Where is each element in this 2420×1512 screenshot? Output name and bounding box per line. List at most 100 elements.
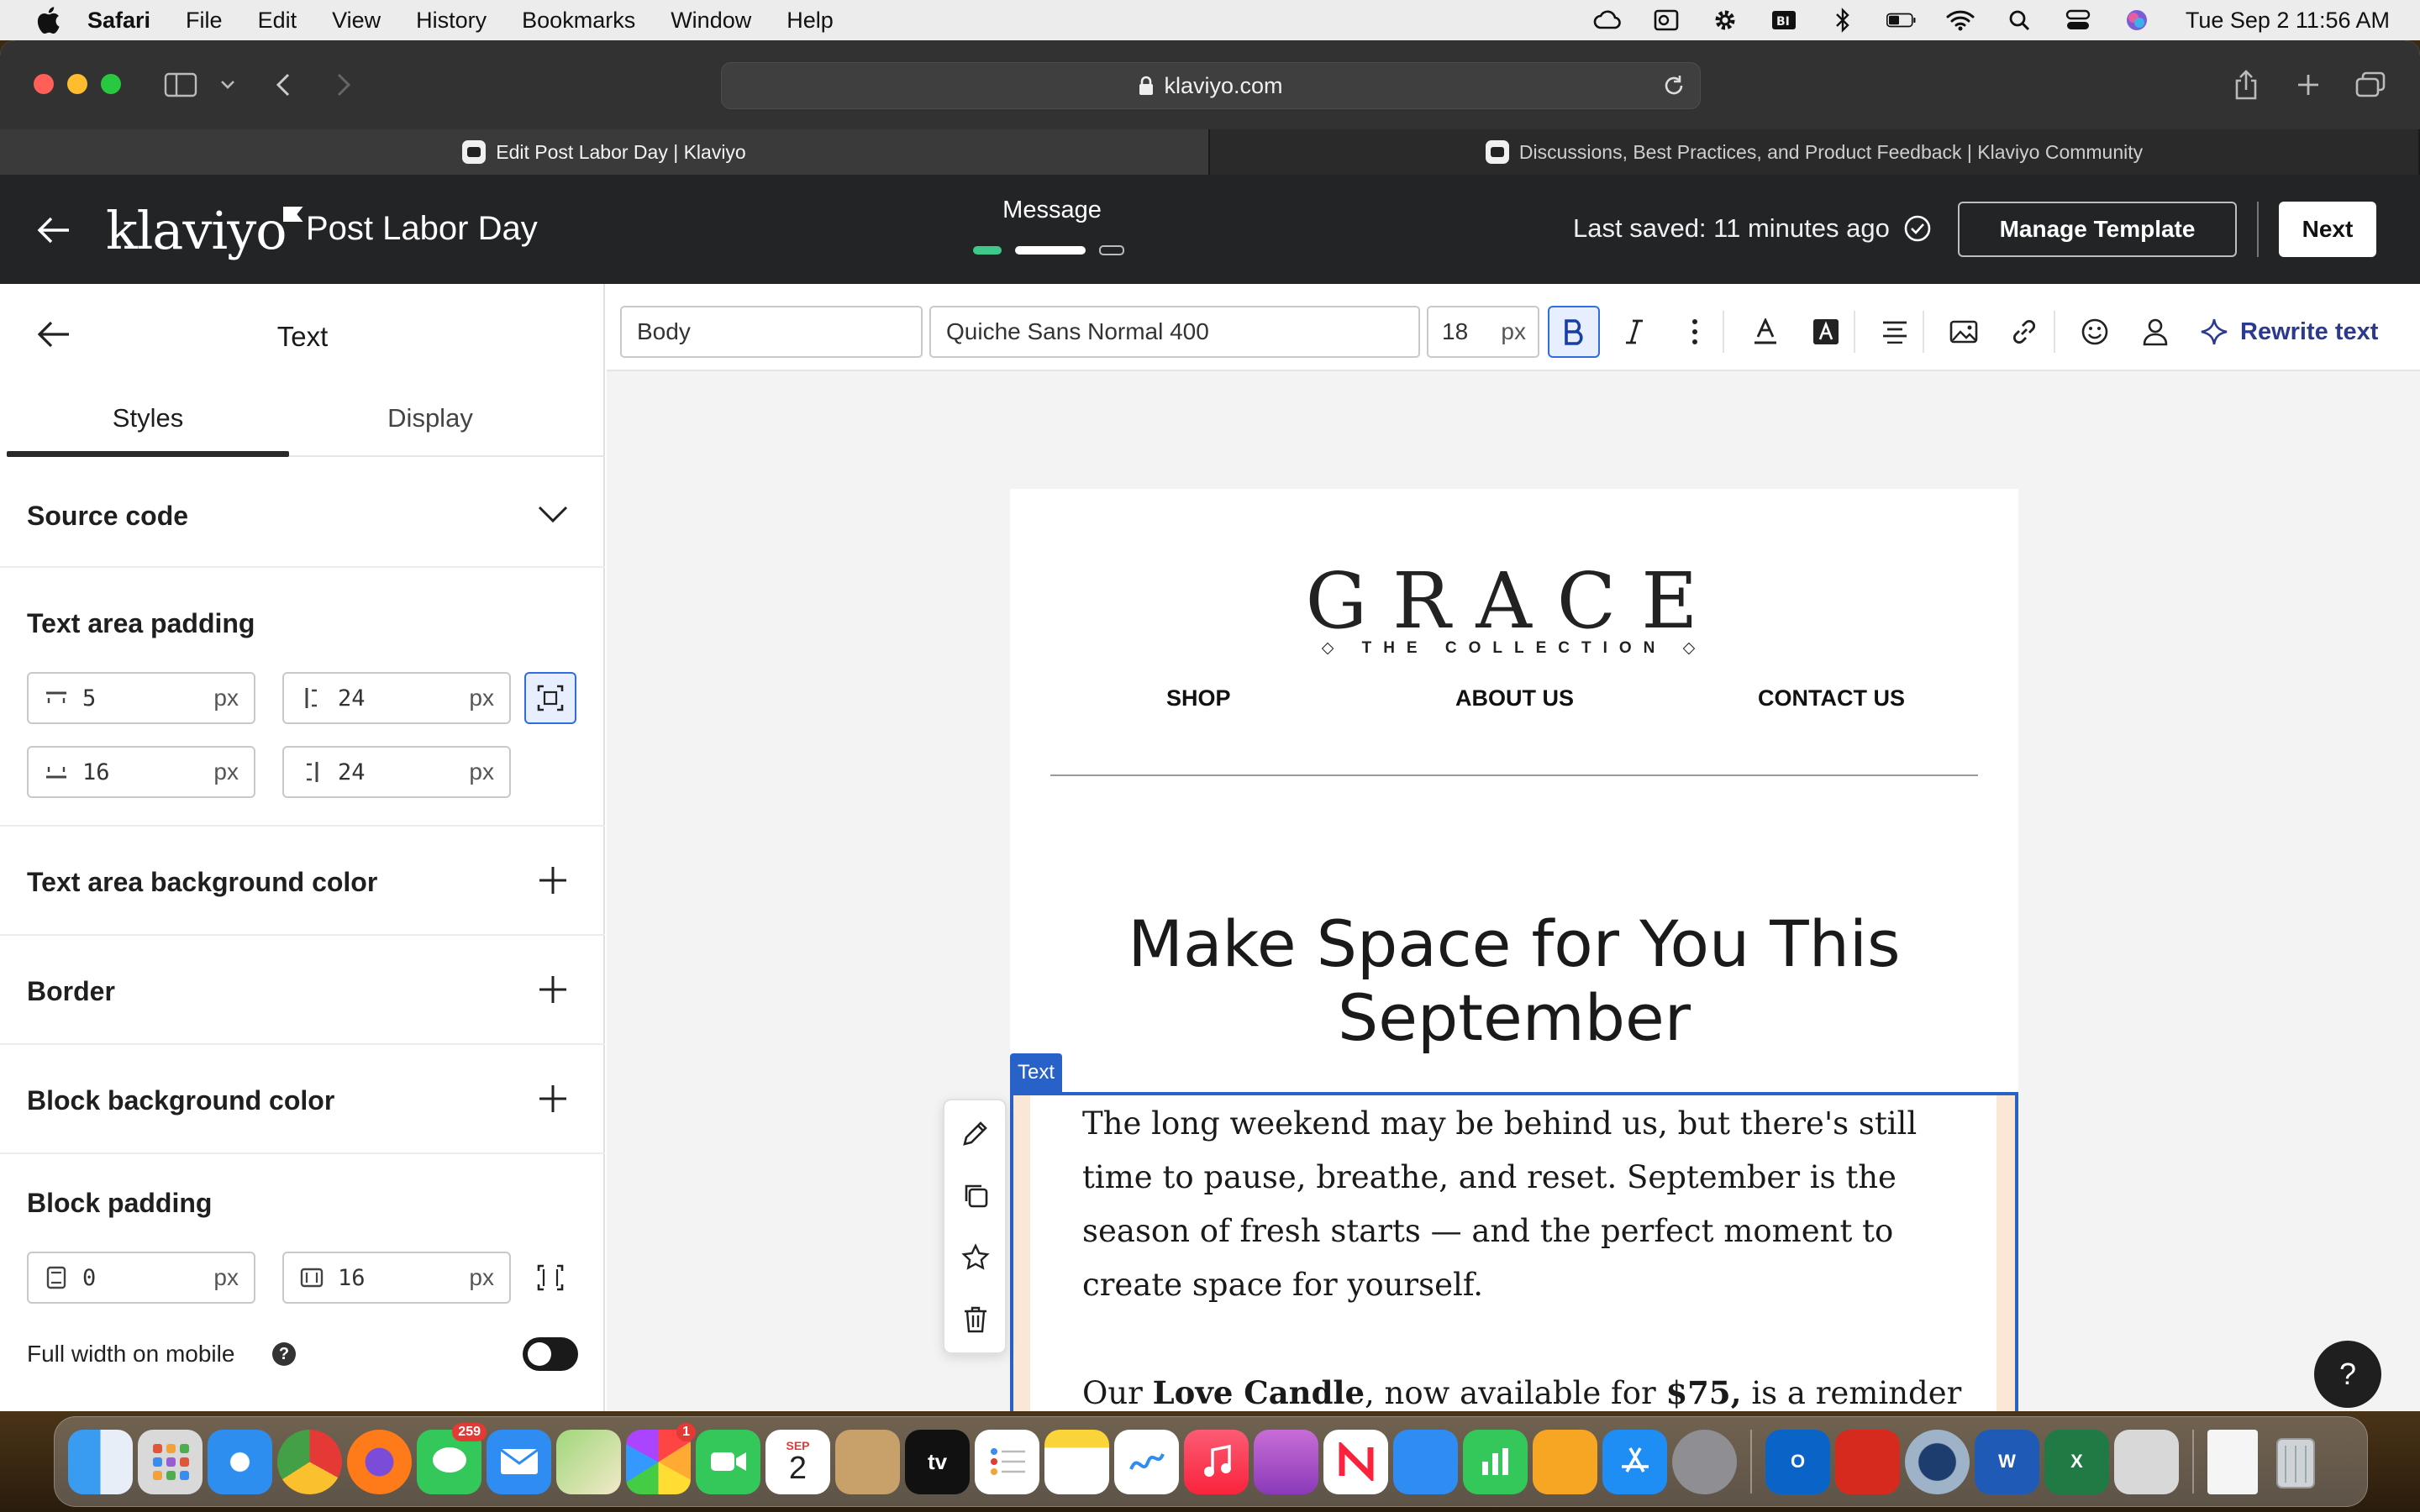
pages-icon[interactable] <box>1533 1429 1597 1494</box>
music-icon[interactable] <box>1184 1429 1249 1494</box>
email-nav-shop[interactable]: SHOP <box>1166 685 1231 711</box>
edit-pencil-icon[interactable] <box>955 1112 997 1154</box>
menu-view[interactable]: View <box>332 8 381 34</box>
link-padding-toggle[interactable] <box>524 672 576 724</box>
gear-status-icon[interactable] <box>1710 8 1740 33</box>
app-store-icon[interactable] <box>1602 1429 1667 1494</box>
insert-image-icon[interactable] <box>1943 311 1985 353</box>
rewrite-text-button[interactable]: Rewrite text <box>2200 311 2378 353</box>
freeform-icon[interactable] <box>1114 1429 1179 1494</box>
align-center-icon[interactable] <box>1874 311 1916 353</box>
font-family-select[interactable]: Quiche Sans Normal 400 <box>929 306 1420 358</box>
padding-left-input[interactable]: 24 px <box>282 672 511 724</box>
sidebar-toggle-icon[interactable] <box>161 66 200 104</box>
source-code-section[interactable]: Source code <box>0 460 605 568</box>
menu-bookmarks[interactable]: Bookmarks <box>522 8 635 34</box>
apple-icon[interactable] <box>32 4 64 36</box>
manage-template-button[interactable]: Manage Template <box>1958 202 2237 257</box>
plus-icon[interactable] <box>534 971 571 1008</box>
notes-icon[interactable] <box>1044 1429 1109 1494</box>
calendar-icon[interactable]: SEP 2 <box>765 1429 830 1494</box>
tab-klaviyo-community[interactable]: Discussions, Best Practices, and Product… <box>1210 129 2420 175</box>
bluetooth-icon[interactable] <box>1828 8 1858 33</box>
podcasts-icon[interactable] <box>1254 1429 1318 1494</box>
selected-text-block[interactable]: The long weekend may be behind us, but t… <box>1010 1092 2018 1411</box>
text-block-content[interactable]: The long weekend may be behind us, but t… <box>1030 1095 1996 1411</box>
siri-icon[interactable] <box>2122 8 2152 33</box>
brand-logo[interactable]: GRACE <box>1010 556 2018 646</box>
menu-file[interactable]: File <box>186 8 223 34</box>
star-icon[interactable] <box>955 1236 997 1278</box>
block-padding-vertical-input[interactable]: 0 px <box>27 1252 255 1304</box>
back-nav-icon[interactable] <box>264 66 302 104</box>
border-section[interactable]: Border <box>0 936 605 1045</box>
email-nav-contact[interactable]: CONTACT US <box>1758 685 1905 711</box>
battery-icon[interactable] <box>1886 8 1917 33</box>
email-nav-about[interactable]: ABOUT US <box>1455 685 1574 711</box>
close-window-button[interactable] <box>34 74 54 94</box>
launchpad-icon[interactable] <box>138 1429 203 1494</box>
text-color-icon[interactable] <box>1744 311 1786 353</box>
excel-icon[interactable]: X <box>2044 1429 2109 1494</box>
block-bg-section[interactable]: Block background color <box>0 1045 605 1154</box>
bi-status-icon[interactable]: BI <box>1769 8 1799 33</box>
facetime-icon[interactable] <box>696 1429 760 1494</box>
campaign-title[interactable]: Post Labor Day <box>306 210 538 248</box>
address-bar[interactable]: klaviyo.com <box>721 62 1701 109</box>
photos-icon[interactable]: 1 <box>626 1422 696 1494</box>
chevron-down-icon[interactable] <box>534 496 571 533</box>
contacts-icon[interactable] <box>835 1429 900 1494</box>
chrome-icon[interactable] <box>277 1429 342 1494</box>
menu-window[interactable]: Window <box>671 8 751 34</box>
outlook-icon[interactable]: O <box>1765 1429 1830 1494</box>
trash-icon[interactable] <box>955 1299 997 1341</box>
mail-icon[interactable] <box>487 1429 551 1494</box>
plus-icon[interactable] <box>534 1080 571 1117</box>
menu-help[interactable]: Help <box>786 8 834 34</box>
system-settings-icon[interactable] <box>1672 1429 1737 1494</box>
share-icon[interactable] <box>2227 66 2265 104</box>
block-padding-horizontal-input[interactable]: 16 px <box>282 1252 511 1304</box>
apple-tv-icon[interactable]: tv <box>905 1429 970 1494</box>
klaviyo-logo[interactable]: klaviyo <box>106 200 303 261</box>
insert-link-icon[interactable] <box>2003 311 2045 353</box>
highlight-color-icon[interactable] <box>1805 311 1847 353</box>
padding-bottom-input[interactable]: 16 px <box>27 746 255 798</box>
bold-icon[interactable] <box>1548 306 1600 358</box>
body-paragraph-1[interactable]: The long weekend may be behind us, but t… <box>1082 1097 1973 1312</box>
email-headline[interactable]: Make Space for You This September <box>1060 907 1968 1055</box>
body-paragraph-2[interactable]: Our Love Candle, now available for $75, … <box>1082 1366 1973 1411</box>
personalization-icon[interactable] <box>2134 311 2176 353</box>
zoom-window-button[interactable] <box>101 74 121 94</box>
font-size-input[interactable]: 18 px <box>1427 306 1539 358</box>
help-icon[interactable]: ? <box>272 1342 296 1366</box>
new-tab-icon[interactable] <box>2289 66 2328 104</box>
numbers-icon[interactable] <box>1463 1429 1528 1494</box>
back-arrow-icon[interactable] <box>34 210 74 250</box>
forward-nav-icon[interactable] <box>324 66 363 104</box>
control-center-icon[interactable] <box>2063 8 2093 33</box>
messages-icon[interactable]: 259 <box>417 1422 487 1494</box>
document-icon[interactable] <box>2207 1429 2258 1494</box>
tab-display[interactable]: Display <box>289 385 571 455</box>
menu-edit[interactable]: Edit <box>258 8 297 34</box>
block-padding-link-toggle[interactable] <box>524 1252 576 1304</box>
news-icon[interactable] <box>1323 1429 1388 1494</box>
padding-top-input[interactable]: 5 px <box>27 672 255 724</box>
printer-icon[interactable] <box>2114 1429 2179 1494</box>
text-area-bg-section[interactable]: Text area background color <box>0 827 605 936</box>
minimize-window-button[interactable] <box>67 74 87 94</box>
reminders-icon[interactable] <box>975 1429 1039 1494</box>
menubar-clock[interactable]: Tue Sep 2 11:56 AM <box>2186 8 2390 34</box>
acrobat-icon[interactable] <box>1835 1429 1900 1494</box>
firefox-icon[interactable] <box>347 1429 412 1494</box>
menu-app-name[interactable]: Safari <box>87 8 150 34</box>
menu-history[interactable]: History <box>416 8 487 34</box>
keynote-icon[interactable] <box>1393 1429 1458 1494</box>
tab-styles[interactable]: Styles <box>7 385 289 457</box>
quicktime-icon[interactable] <box>1905 1429 1970 1494</box>
tab-overview-icon[interactable] <box>2351 66 2390 104</box>
duplicate-icon[interactable] <box>955 1174 997 1216</box>
maps-icon[interactable] <box>556 1429 621 1494</box>
italic-icon[interactable] <box>1613 311 1655 353</box>
